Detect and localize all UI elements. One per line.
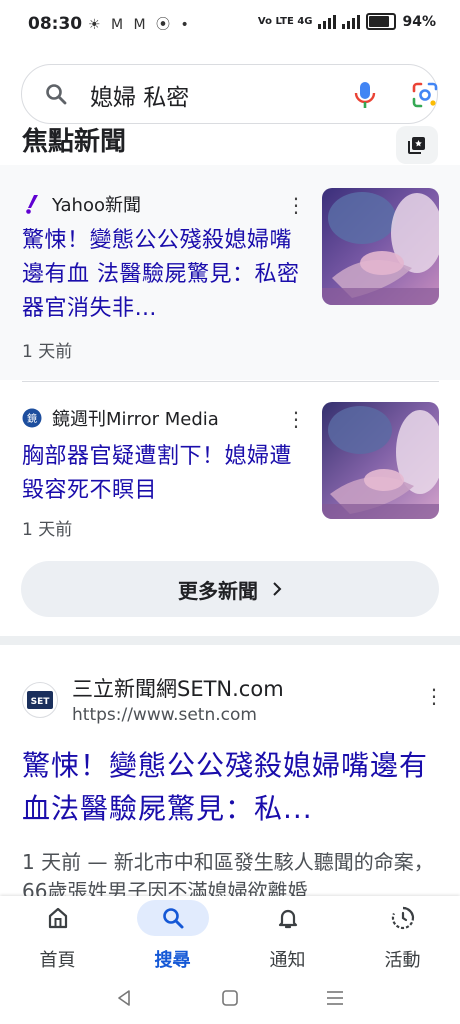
search-icon[interactable] (44, 82, 68, 106)
story-source: Yahoo新聞 (22, 191, 141, 217)
battery-icon (366, 13, 397, 30)
bell-icon (267, 900, 309, 936)
search-bar[interactable] (21, 64, 438, 124)
story-thumbnail[interactable] (322, 402, 439, 519)
story-source-name: 鏡週刊Mirror Media (52, 409, 219, 430)
section-separator (0, 636, 460, 645)
more-news-button[interactable]: 更多新聞 (21, 561, 439, 617)
status-bar: 08:30 ☀ M M ⦿ • Vo LTE 4G 94% (0, 0, 460, 52)
search-icon (137, 900, 209, 936)
mirror-media-logo-icon: 鏡 (22, 408, 42, 428)
status-right: Vo LTE 4G 94% (258, 13, 436, 30)
site-favicon[interactable]: SET (22, 682, 58, 718)
story-source: 鏡 鏡週刊Mirror Media (22, 405, 219, 431)
nav-search[interactable]: 搜尋 (115, 896, 230, 976)
home-button-icon[interactable] (221, 988, 239, 1008)
story-source-name: Yahoo新聞 (52, 195, 141, 216)
nav-notifications-label: 通知 (269, 950, 306, 971)
home-icon (37, 900, 79, 936)
svg-text:鏡: 鏡 (27, 412, 37, 425)
system-navigation-bar (0, 976, 460, 1024)
microphone-icon[interactable] (352, 81, 378, 109)
chevron-right-icon (273, 582, 282, 596)
top-stories-menu-icon[interactable] (396, 126, 438, 164)
more-options-icon[interactable]: ⋮ (286, 195, 306, 215)
svg-text:SET: SET (31, 697, 51, 707)
top-stories-header: 焦點新聞 (0, 125, 460, 165)
search-input[interactable] (88, 78, 312, 112)
story-time: 1 天前 (22, 342, 73, 362)
more-options-icon[interactable]: ⋮ (286, 409, 306, 429)
result-url[interactable]: https://www.setn.com (72, 705, 257, 725)
top-story-item[interactable]: Yahoo新聞 ⋮ 驚悚！變態公公殘殺媳婦嘴邊有血 法醫驗屍驚見：私密器官消失非… (0, 165, 460, 380)
story-headline[interactable]: 胸部器官疑遭割下！媳婦遭毀容死不瞑目 (22, 440, 307, 508)
recents-icon[interactable] (325, 988, 345, 1008)
yahoo-logo-icon (22, 194, 42, 214)
story-time: 1 天前 (22, 520, 73, 540)
stack-icon (408, 137, 425, 154)
story-headline[interactable]: 驚悚！變態公公殘殺媳婦嘴邊有血 法醫驗屍驚見：私密器官消失非… (22, 224, 307, 326)
activity-icon (382, 900, 424, 936)
google-lens-icon[interactable] (411, 81, 439, 109)
top-stories-title: 焦點新聞 (22, 127, 127, 157)
nav-notifications[interactable]: 通知 (230, 896, 345, 976)
more-news-label: 更多新聞 (178, 578, 258, 603)
top-story-item[interactable]: 鏡 鏡週刊Mirror Media ⋮ 胸部器官疑遭割下！媳婦遭毀容死不瞑目 1… (0, 382, 460, 552)
notification-icons: ☀ M M ⦿ • (88, 17, 192, 33)
signal-icon-2 (342, 14, 361, 29)
nav-search-label: 搜尋 (154, 950, 191, 971)
nav-home-label: 首頁 (39, 950, 76, 971)
result-snippet: 1 天前 — 新北市中和區發生駭人聽聞的命案，66歲張姓男子因不滿媳婦欲離婚 (22, 850, 434, 896)
result-title-link[interactable]: 驚悚！變態公公殘殺媳婦嘴邊有血法醫驗屍驚見：私... (22, 744, 437, 830)
back-icon[interactable] (115, 988, 133, 1008)
result-more-options-icon[interactable]: ⋮ (424, 684, 444, 708)
result-site-name[interactable]: 三立新聞網SETN.com (72, 673, 284, 703)
network-indicator: Vo LTE 4G (257, 16, 313, 27)
nav-activity[interactable]: 活動 (345, 896, 460, 976)
status-time: 08:30 (28, 14, 83, 34)
nav-home[interactable]: 首頁 (0, 896, 115, 976)
signal-icon (318, 14, 337, 29)
story-thumbnail[interactable] (322, 188, 439, 305)
bottom-navigation: 首頁 搜尋 通知 活動 (0, 896, 460, 976)
nav-activity-label: 活動 (384, 950, 421, 971)
battery-level: 94% (402, 13, 436, 30)
